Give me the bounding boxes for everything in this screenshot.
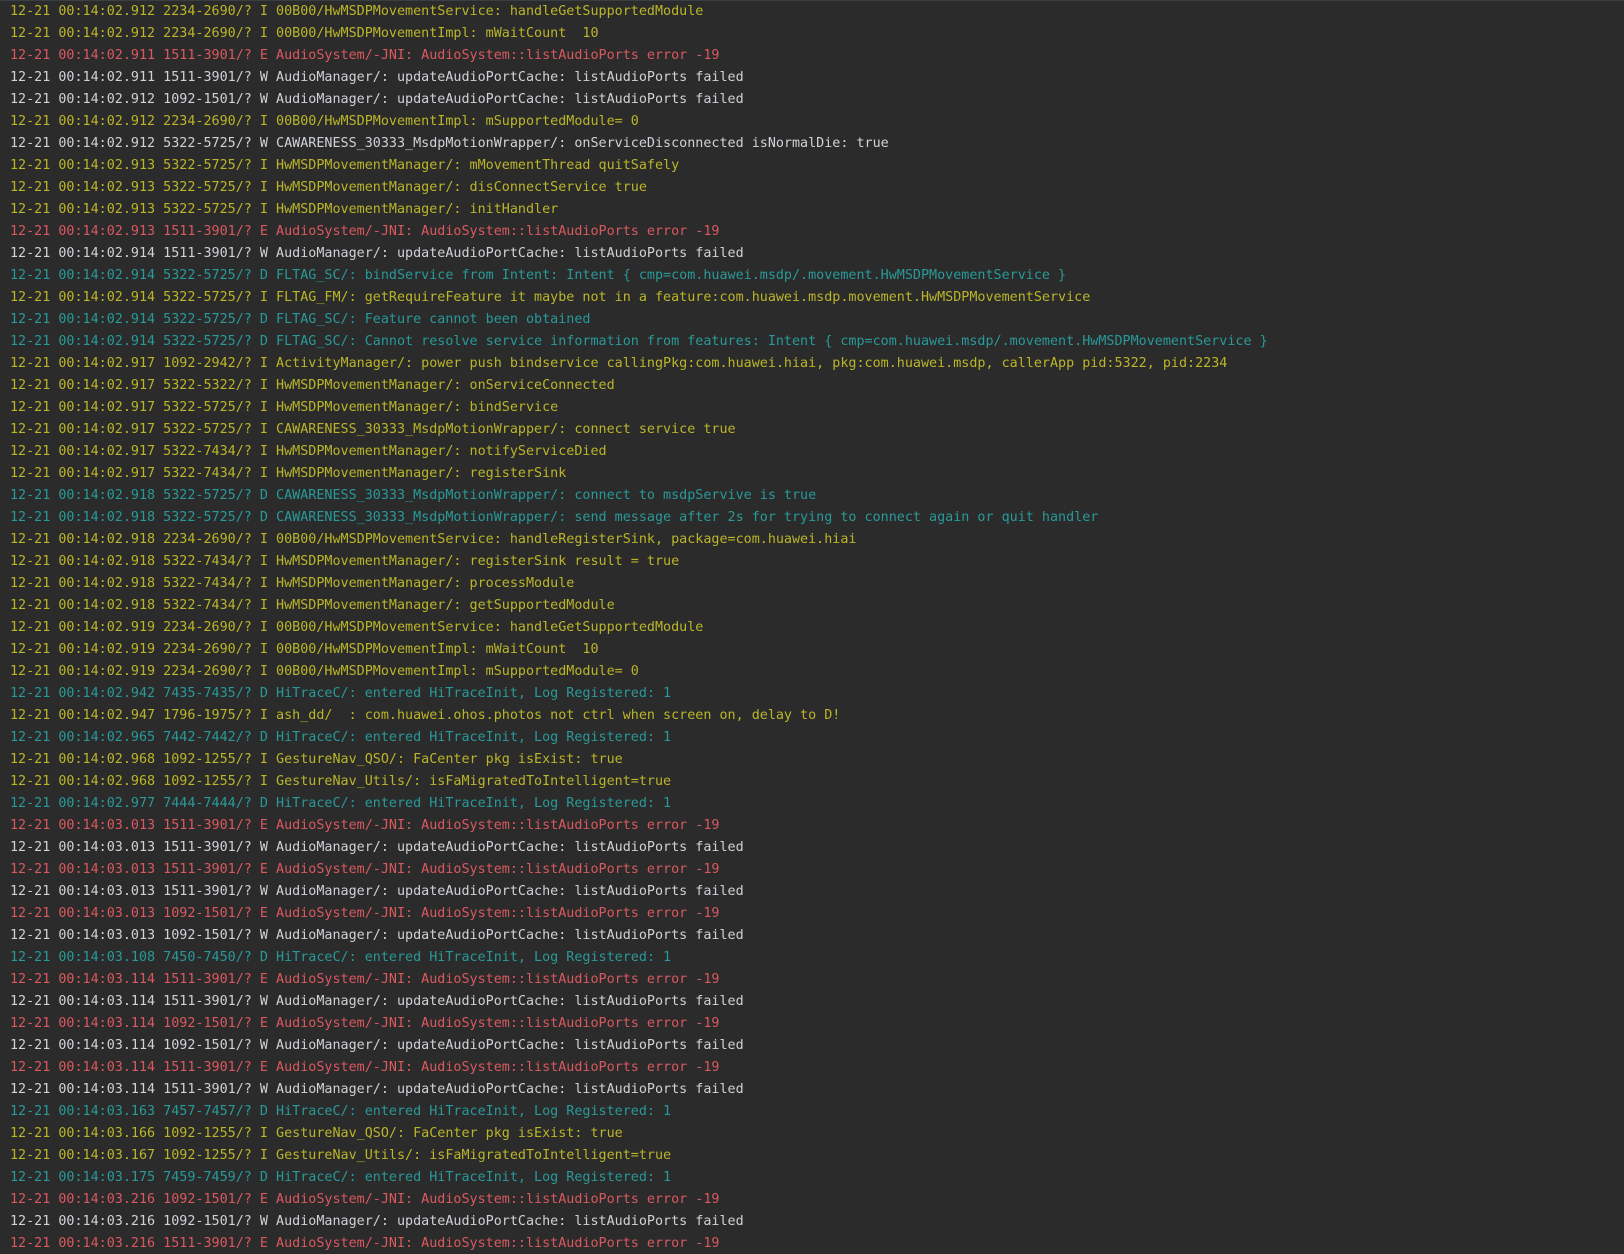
log-line[interactable]: 12-21 00:14:02.917 5322-5322/? I HwMSDPM… [0, 375, 1624, 397]
log-line[interactable]: 12-21 00:14:03.114 1511-3901/? W AudioMa… [0, 991, 1624, 1013]
log-line[interactable]: 12-21 00:14:02.918 5322-7434/? I HwMSDPM… [0, 551, 1624, 573]
log-line[interactable]: 12-21 00:14:02.918 5322-7434/? I HwMSDPM… [0, 573, 1624, 595]
log-line[interactable]: 12-21 00:14:02.911 1511-3901/? W AudioMa… [0, 67, 1624, 89]
log-line[interactable]: 12-21 00:14:03.114 1511-3901/? E AudioSy… [0, 969, 1624, 991]
log-line[interactable]: 12-21 00:14:03.216 1092-1501/? W AudioMa… [0, 1211, 1624, 1233]
log-line[interactable]: 12-21 00:14:03.163 7457-7457/? D HiTrace… [0, 1101, 1624, 1123]
log-line[interactable]: 12-21 00:14:02.914 5322-5725/? D FLTAG_S… [0, 309, 1624, 331]
log-line[interactable]: 12-21 00:14:02.919 2234-2690/? I 00B00/H… [0, 617, 1624, 639]
log-line[interactable]: 12-21 00:14:02.942 7435-7435/? D HiTrace… [0, 683, 1624, 705]
log-line[interactable]: 12-21 00:14:03.013 1511-3901/? W AudioMa… [0, 881, 1624, 903]
log-line[interactable]: 12-21 00:14:02.947 1796-1975/? I ash_dd/… [0, 705, 1624, 727]
log-line[interactable]: 12-21 00:14:02.918 5322-5725/? D CAWAREN… [0, 485, 1624, 507]
log-line[interactable]: 12-21 00:14:02.917 5322-5725/? I CAWAREN… [0, 419, 1624, 441]
log-line[interactable]: 12-21 00:14:02.913 1511-3901/? E AudioSy… [0, 221, 1624, 243]
log-line[interactable]: 12-21 00:14:02.968 1092-1255/? I Gesture… [0, 771, 1624, 793]
log-line[interactable]: 12-21 00:14:03.013 1511-3901/? E AudioSy… [0, 815, 1624, 837]
log-line[interactable]: 12-21 00:14:02.918 5322-7434/? I HwMSDPM… [0, 595, 1624, 617]
log-line[interactable]: 12-21 00:14:02.912 1092-1501/? W AudioMa… [0, 89, 1624, 111]
log-line[interactable]: 12-21 00:14:03.175 7459-7459/? D HiTrace… [0, 1167, 1624, 1189]
log-line[interactable]: 12-21 00:14:02.911 1511-3901/? E AudioSy… [0, 45, 1624, 67]
log-line[interactable]: 12-21 00:14:02.914 5322-5725/? D FLTAG_S… [0, 331, 1624, 353]
log-line[interactable]: 12-21 00:14:02.977 7444-7444/? D HiTrace… [0, 793, 1624, 815]
log-line[interactable]: 12-21 00:14:02.912 2234-2690/? I 00B00/H… [0, 23, 1624, 45]
log-line[interactable]: 12-21 00:14:03.166 1092-1255/? I Gesture… [0, 1123, 1624, 1145]
log-line[interactable]: 12-21 00:14:02.965 7442-7442/? D HiTrace… [0, 727, 1624, 749]
log-line[interactable]: 12-21 00:14:03.013 1511-3901/? W AudioMa… [0, 837, 1624, 859]
log-line[interactable]: 12-21 00:14:03.013 1511-3901/? E AudioSy… [0, 859, 1624, 881]
log-line[interactable]: 12-21 00:14:02.918 2234-2690/? I 00B00/H… [0, 529, 1624, 551]
log-line[interactable]: 12-21 00:14:02.919 2234-2690/? I 00B00/H… [0, 639, 1624, 661]
log-line[interactable]: 12-21 00:14:03.114 1511-3901/? E AudioSy… [0, 1057, 1624, 1079]
log-line[interactable]: 12-21 00:14:02.918 5322-5725/? D CAWAREN… [0, 507, 1624, 529]
log-line[interactable]: 12-21 00:14:02.919 2234-2690/? I 00B00/H… [0, 661, 1624, 683]
log-line[interactable]: 12-21 00:14:02.968 1092-1255/? I Gesture… [0, 749, 1624, 771]
log-line[interactable]: 12-21 00:14:02.913 5322-5725/? I HwMSDPM… [0, 177, 1624, 199]
log-line[interactable]: 12-21 00:14:02.912 2234-2690/? I 00B00/H… [0, 111, 1624, 133]
log-line[interactable]: 12-21 00:14:02.914 1511-3901/? W AudioMa… [0, 243, 1624, 265]
log-line[interactable]: 12-21 00:14:02.917 5322-7434/? I HwMSDPM… [0, 463, 1624, 485]
log-line[interactable]: 12-21 00:14:02.913 5322-5725/? I HwMSDPM… [0, 199, 1624, 221]
logcat-output-panel[interactable]: 12-21 00:14:02.912 2234-2690/? I 00B00/H… [0, 0, 1624, 1254]
log-line[interactable]: 12-21 00:14:03.013 1092-1501/? W AudioMa… [0, 925, 1624, 947]
log-line[interactable]: 12-21 00:14:02.917 5322-5725/? I HwMSDPM… [0, 397, 1624, 419]
log-line[interactable]: 12-21 00:14:02.914 5322-5725/? I FLTAG_F… [0, 287, 1624, 309]
log-line[interactable]: 12-21 00:14:02.917 5322-7434/? I HwMSDPM… [0, 441, 1624, 463]
log-line[interactable]: 12-21 00:14:02.912 2234-2690/? I 00B00/H… [0, 1, 1624, 23]
log-line[interactable]: 12-21 00:14:03.114 1511-3901/? W AudioMa… [0, 1079, 1624, 1101]
log-line[interactable]: 12-21 00:14:03.216 1511-3901/? E AudioSy… [0, 1233, 1624, 1254]
log-line[interactable]: 12-21 00:14:03.114 1092-1501/? W AudioMa… [0, 1035, 1624, 1057]
log-line[interactable]: 12-21 00:14:03.108 7450-7450/? D HiTrace… [0, 947, 1624, 969]
log-line[interactable]: 12-21 00:14:02.914 5322-5725/? D FLTAG_S… [0, 265, 1624, 287]
log-line[interactable]: 12-21 00:14:02.913 5322-5725/? I HwMSDPM… [0, 155, 1624, 177]
log-line[interactable]: 12-21 00:14:03.167 1092-1255/? I Gesture… [0, 1145, 1624, 1167]
log-line[interactable]: 12-21 00:14:03.114 1092-1501/? E AudioSy… [0, 1013, 1624, 1035]
log-line[interactable]: 12-21 00:14:02.912 5322-5725/? W CAWAREN… [0, 133, 1624, 155]
log-line[interactable]: 12-21 00:14:03.216 1092-1501/? E AudioSy… [0, 1189, 1624, 1211]
log-line[interactable]: 12-21 00:14:03.013 1092-1501/? E AudioSy… [0, 903, 1624, 925]
log-line[interactable]: 12-21 00:14:02.917 1092-2942/? I Activit… [0, 353, 1624, 375]
